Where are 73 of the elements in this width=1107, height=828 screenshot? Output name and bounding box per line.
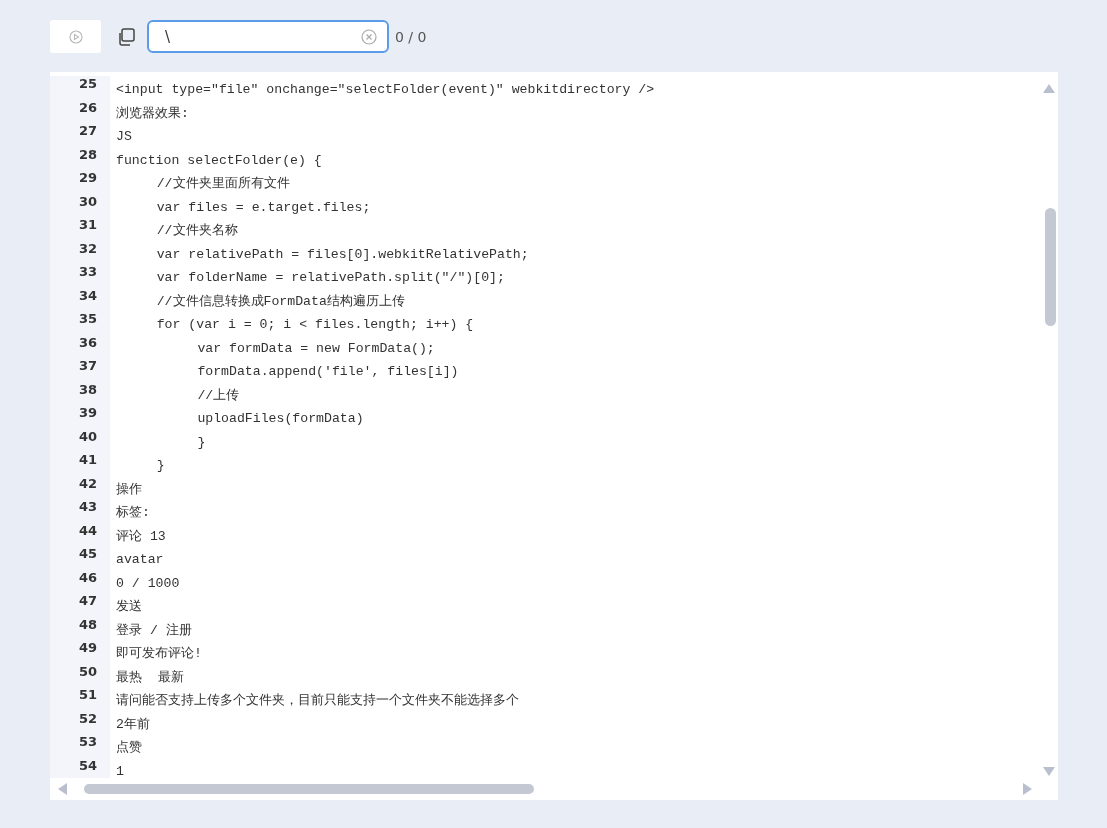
line-number: 33 xyxy=(77,264,98,281)
line-number: 25 xyxy=(77,76,98,93)
code-line: var folderName = relativePath.split("/")[0]; xyxy=(155,270,505,285)
line-number: 44 xyxy=(77,522,98,540)
line-number: 52 xyxy=(77,710,98,728)
line-number: 37 xyxy=(77,358,98,375)
code-line: //文件夹里面所有文件 xyxy=(155,176,290,191)
line-number: 31 xyxy=(77,217,98,234)
run-button[interactable] xyxy=(50,20,101,53)
scroll-up-icon[interactable] xyxy=(1043,84,1055,93)
line-number: 53 xyxy=(77,734,98,751)
line-number: 50 xyxy=(77,663,98,681)
line-number: 36 xyxy=(77,334,98,352)
code-line: //文件夹名称 xyxy=(155,223,238,238)
copy-icon[interactable] xyxy=(117,27,135,46)
code-line: 即可发布评论! xyxy=(116,646,202,661)
search-input[interactable]: \ xyxy=(165,27,361,46)
line-number: 27 xyxy=(77,123,98,140)
code-line: 点赞 xyxy=(116,740,142,755)
code-line: 2年前 xyxy=(116,716,150,732)
line-number: 46 xyxy=(77,569,98,587)
match-count: 0 / 0 xyxy=(395,28,427,45)
code-line: <input type="file" onchange="selectFolder(event)" webkitdirectory /> xyxy=(116,82,655,97)
code-line: 最热 最新 xyxy=(116,669,184,685)
search-field[interactable]: \ xyxy=(147,20,389,53)
line-number: 40 xyxy=(77,428,98,446)
line-number: 34 xyxy=(77,287,98,305)
scrollbar-thumb[interactable] xyxy=(1045,208,1056,326)
line-number: 51 xyxy=(77,687,98,704)
code-line: } xyxy=(196,434,206,450)
scroll-down-icon[interactable] xyxy=(1043,767,1055,776)
code-line: var relativePath = files[0].webkitRelativePath; xyxy=(155,246,529,262)
scrollbar-thumb[interactable] xyxy=(84,784,534,794)
code-line: function selectFolder(e) { xyxy=(116,152,322,168)
line-number: 41 xyxy=(77,452,98,469)
code-line: JS xyxy=(116,129,132,144)
line-number: 42 xyxy=(77,475,98,493)
code-line: 浏览器效果: xyxy=(116,105,189,121)
line-number: 54 xyxy=(77,757,98,775)
line-number: 47 xyxy=(77,593,98,610)
code-line: avatar xyxy=(116,552,164,567)
line-number: 39 xyxy=(77,405,98,422)
line-number: 30 xyxy=(77,193,98,211)
line-number: 26 xyxy=(77,99,98,117)
code-line: //上传 xyxy=(196,387,240,403)
code-line: 评论 13 xyxy=(116,528,166,544)
code-line: //文件信息转换成FormData结构遍历上传 xyxy=(155,293,405,309)
code-line: 操作 xyxy=(116,481,142,497)
code-line: var formData = new FormData(); xyxy=(196,340,435,356)
line-number: 29 xyxy=(77,170,98,187)
line-number: 38 xyxy=(77,381,98,399)
code-line: 请问能否支持上传多个文件夹，目前只能支持一个文件夹不能选择多个 xyxy=(116,693,519,708)
scroll-right-icon[interactable] xyxy=(1023,783,1032,795)
code-line: formData.append('file', files[i]) xyxy=(196,364,459,379)
scroll-left-icon[interactable] xyxy=(58,783,67,795)
line-number: 43 xyxy=(77,499,98,516)
code-line: 标签: xyxy=(116,505,150,520)
line-number: 45 xyxy=(77,546,98,563)
code-line: for (var i = 0; i < files.length; i++) { xyxy=(155,317,474,332)
code-line: 发送 xyxy=(116,599,142,614)
line-number: 35 xyxy=(77,311,98,328)
code-line: 1 xyxy=(116,763,124,778)
code-line: } xyxy=(155,458,165,473)
clear-icon[interactable] xyxy=(361,28,377,45)
line-number: 28 xyxy=(77,146,98,164)
play-icon xyxy=(68,29,83,44)
code-line: var files = e.target.files; xyxy=(155,199,371,215)
line-number: 49 xyxy=(77,640,98,657)
code-line: 0 / 1000 xyxy=(116,575,180,591)
line-number: 48 xyxy=(77,616,98,634)
line-number: 32 xyxy=(77,240,98,258)
code-line: 登录 / 注册 xyxy=(116,622,192,638)
code-line: uploadFiles(formData) xyxy=(196,411,364,426)
